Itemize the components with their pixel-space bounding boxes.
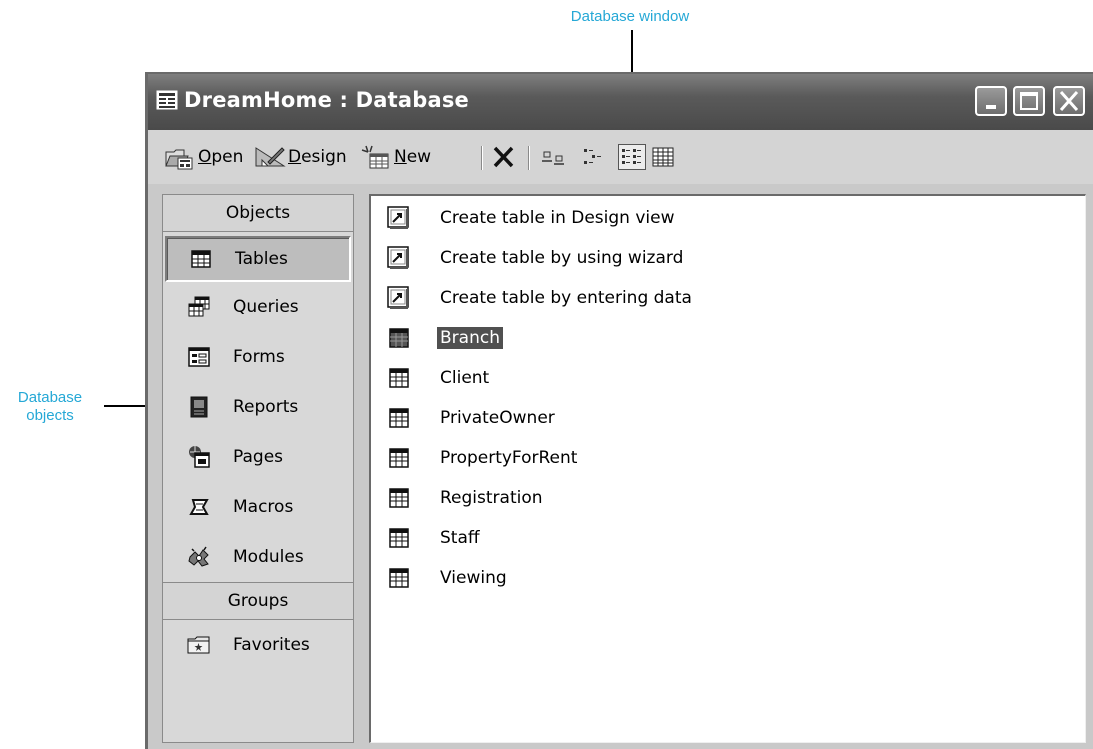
table-icon [389,368,409,388]
new-icon [361,145,389,169]
shortcut-icon [387,286,409,309]
object-type-label: Modules [233,547,304,567]
group-label: Favorites [233,635,310,655]
list-item-label: Create table in Design view [440,208,675,228]
list-item-label: Create table by using wizard [440,248,684,268]
maximize-button[interactable] [1013,86,1045,116]
list-item-label: Branch [437,327,503,349]
object-type-pages[interactable]: Pages [163,432,353,482]
toolbar-separator [481,146,483,170]
shortcut-icon [387,206,409,229]
open-button[interactable]: Open [164,144,243,170]
window-title: DreamHome : Database [184,88,469,112]
object-type-label: Pages [233,447,284,467]
list-item-label: PropertyForRent [440,448,578,468]
objects-header[interactable]: Objects [163,195,353,232]
object-list: Create table in Design view Create table… [369,194,1086,743]
database-window: DreamHome : Database Open Design New Obj… [145,72,1093,749]
list-item-label: PrivateOwner [440,408,555,428]
toolbar: Open Design New [148,130,1093,184]
table-icon [389,568,409,588]
favorites-folder-icon [185,631,213,659]
list-item-create-entering-data[interactable]: Create table by entering data [371,278,1071,318]
list-item-create-design-view[interactable]: Create table in Design view [371,198,1071,238]
database-window-icon [156,90,178,110]
objects-bar: Objects Tables Queries Forms Reports Pag… [162,194,354,743]
list-view-button[interactable] [618,144,646,170]
object-type-tables[interactable]: Tables [165,236,351,282]
list-item-table-propertyforrent[interactable]: PropertyForRent [371,438,1071,478]
figure: Database window Database objects DreamHo… [0,0,1093,749]
new-button[interactable]: New [360,144,431,170]
list-item-label: Create table by entering data [440,288,692,308]
list-view-icon [622,149,641,164]
close-button[interactable] [1053,86,1085,116]
object-type-modules[interactable]: Modules [163,532,353,582]
annotation-pointer-line [631,30,633,72]
open-accel: O [198,147,212,167]
table-icon [389,528,409,548]
group-favorites[interactable]: Favorites [163,620,353,670]
list-item-table-client[interactable]: Client [371,358,1071,398]
list-item-table-registration[interactable]: Registration [371,478,1071,518]
delete-button[interactable] [490,144,518,170]
table-icon [389,488,409,508]
list-item-table-privateowner[interactable]: PrivateOwner [371,398,1071,438]
macro-icon [185,493,213,521]
report-icon [185,393,213,421]
form-icon [185,343,213,371]
open-icon [165,149,193,170]
object-type-macros[interactable]: Macros [163,482,353,532]
new-label: ew [406,147,432,167]
design-button[interactable]: Design [254,144,347,170]
list-item-label: Registration [440,488,543,508]
table-icon [389,448,409,468]
object-type-reports[interactable]: Reports [163,382,353,432]
delete-icon [493,146,514,168]
details-view-icon [652,147,674,167]
groups-header[interactable]: Groups [163,582,353,620]
small-icons-view-button[interactable] [580,144,608,170]
design-icon [255,147,286,167]
large-icons-view-button[interactable] [540,144,568,170]
query-icon [185,293,213,321]
close-icon [1059,91,1079,111]
annotation-database-objects: Database objects [0,389,100,425]
large-icons-view-icon [542,151,564,165]
table-icon [389,328,409,348]
object-type-forms[interactable]: Forms [163,332,353,382]
annotation-line1: Database [17,389,83,406]
details-view-button[interactable] [650,144,678,170]
minimize-icon [986,105,996,109]
toolbar-separator [528,146,530,170]
object-type-label: Queries [233,297,299,317]
object-type-label: Forms [233,347,285,367]
table-icon [187,245,215,273]
list-item-create-wizard[interactable]: Create table by using wizard [371,238,1071,278]
design-label: esign [301,147,347,167]
annotation-line2: objects [26,407,74,424]
title-bar[interactable]: DreamHome : Database [148,74,1093,130]
maximize-icon [1020,92,1038,110]
object-type-label: Macros [233,497,294,517]
design-accel: D [288,147,302,167]
new-accel: N [394,147,407,167]
list-item-label: Client [440,368,490,388]
list-item-table-staff[interactable]: Staff [371,518,1071,558]
shortcut-icon [387,246,409,269]
table-icon [389,408,409,428]
object-type-label: Tables [235,249,288,269]
object-type-label: Reports [233,397,299,417]
list-item-table-branch[interactable]: Branch [371,318,1071,358]
list-item-table-viewing[interactable]: Viewing [371,558,1071,598]
annotation-database-window: Database window [570,8,690,25]
object-type-queries[interactable]: Queries [163,282,353,332]
list-item-label: Viewing [440,568,507,588]
page-icon [185,443,213,471]
list-item-label: Staff [440,528,480,548]
minimize-button[interactable] [975,86,1007,116]
open-label: pen [211,147,244,167]
small-icons-view-icon [584,149,601,164]
module-icon [185,543,213,571]
